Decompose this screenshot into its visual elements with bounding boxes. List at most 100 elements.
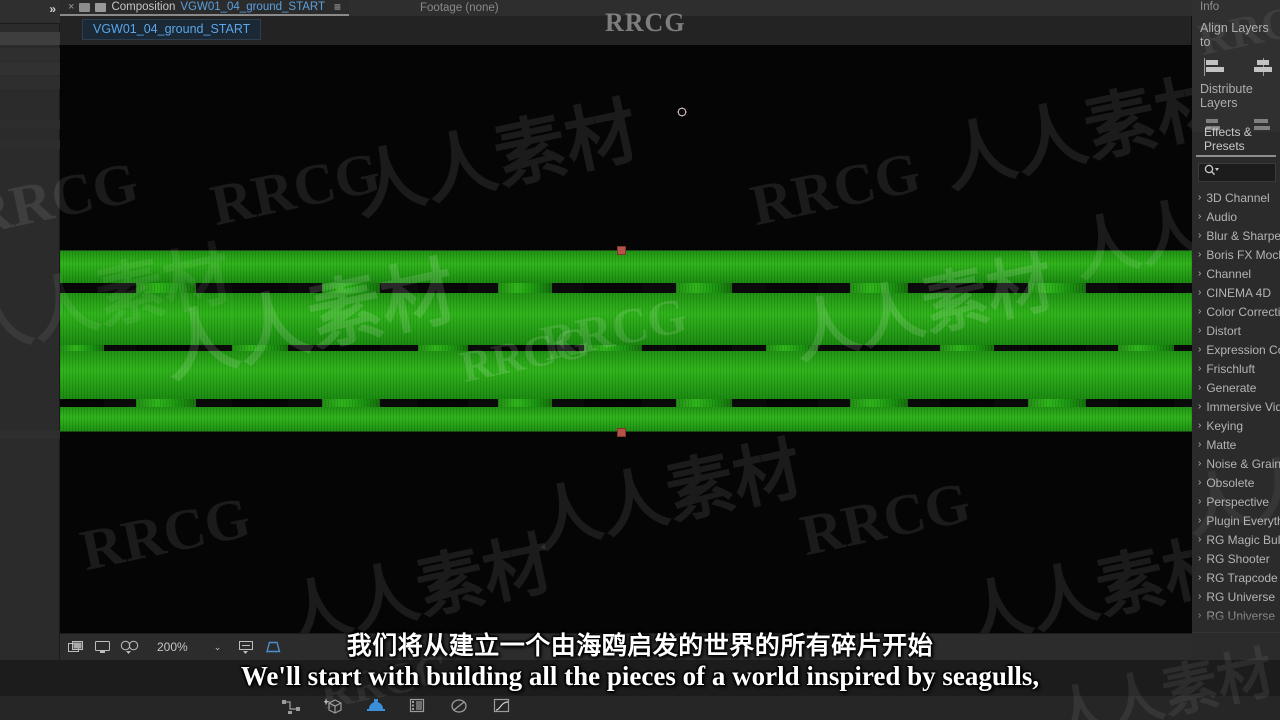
tab-composition[interactable]: × Composition VGW01_04_ground_START ≡ — [60, 0, 350, 16]
create-shape-icon[interactable] — [323, 697, 344, 719]
list-item[interactable] — [0, 62, 60, 75]
effects-and-presets-panel: Effects & Presets › 3D Channel › Audio › Bl… — [1192, 125, 1280, 660]
list-item[interactable] — [0, 32, 60, 45]
anchor-point-icon[interactable] — [673, 103, 690, 120]
chevron-right-icon[interactable]: › — [1198, 344, 1201, 355]
align-buttons-row — [1192, 49, 1280, 76]
align-panel: Info Align Layers to Distribute Layers — [1192, 0, 1280, 132]
effect-category-item[interactable]: › Immersive Video — [1192, 397, 1280, 416]
left-rail-header: » — [0, 0, 60, 24]
effect-category-item[interactable]: › CINEMA 4D — [1192, 283, 1280, 302]
camera-icon[interactable] — [366, 698, 386, 718]
effect-category-item[interactable]: › RG Trapcode — [1192, 568, 1280, 587]
left-project-rail[interactable]: » — [0, 0, 60, 660]
chevron-right-icon[interactable]: › — [1198, 515, 1201, 526]
effect-category-item[interactable]: › Channel — [1192, 264, 1280, 283]
chevron-right-icon[interactable]: › — [1198, 211, 1201, 222]
chevron-right-icon[interactable]: › — [1198, 458, 1201, 469]
composition-icon — [79, 2, 91, 12]
chevron-right-icon[interactable]: › — [1198, 496, 1201, 507]
subtitle-chinese: 我们将从建立一个由海鸥启发的世界的所有碎片开始 — [346, 631, 934, 660]
list-item[interactable] — [0, 76, 60, 89]
effect-category-label: Generate — [1206, 380, 1257, 395]
effect-category-item[interactable]: › Plugin Everything — [1192, 511, 1280, 530]
composition-viewer-panel: × Composition VGW01_04_ground_START ≡ Fo… — [60, 0, 1192, 660]
blend-icon[interactable] — [450, 698, 470, 719]
effect-category-label: Obsolete — [1206, 475, 1255, 490]
effect-category-item[interactable]: › Generate — [1192, 378, 1280, 397]
chevron-right-icon[interactable]: › — [1198, 249, 1201, 260]
chevron-right-icon[interactable]: › — [1198, 268, 1201, 279]
woven-texture-artwork: 人人素材 人人素材 RRCG — [60, 250, 1192, 432]
effect-category-item[interactable]: › 3D Channel — [1192, 188, 1280, 207]
chevron-right-icon[interactable]: › — [1198, 306, 1201, 317]
chevron-right-icon[interactable]: › — [1198, 553, 1201, 564]
tab-effects-and-presets[interactable]: Effects & Presets — [1196, 125, 1276, 157]
timeline-toolbar-icons — [282, 697, 512, 719]
effect-category-label: CINEMA 4D — [1206, 285, 1272, 300]
chevron-right-icon[interactable]: › — [1198, 439, 1201, 450]
chevron-right-icon[interactable]: › — [1198, 192, 1201, 203]
chevron-right-icon[interactable]: › — [1198, 591, 1201, 602]
chevron-right-icon[interactable]: › — [1198, 363, 1201, 374]
effect-category-label: RG Universe — [1206, 589, 1276, 604]
composition-canvas[interactable]: 人人素材 人人素材 RRCG RRCG 人人素材 RRCG 人人素材 人人素材 … — [60, 45, 1192, 633]
effect-category-item[interactable]: › Keying — [1192, 416, 1280, 435]
effect-category-label: Boris FX Mocha — [1206, 247, 1280, 262]
list-item[interactable] — [0, 120, 60, 129]
effect-category-item[interactable]: › Perspective — [1192, 492, 1280, 511]
composition-name-chip[interactable]: VGW01_04_ground_START — [82, 19, 262, 40]
graph-editor-icon[interactable] — [492, 698, 512, 719]
effect-category-label: RG Magic Bullet — [1206, 532, 1280, 547]
chevron-right-icon[interactable]: › — [1198, 401, 1201, 412]
effect-category-item[interactable]: › Noise & Grain — [1192, 454, 1280, 473]
effect-category-item[interactable]: › Boris FX Mocha — [1192, 245, 1280, 264]
chevron-right-icon[interactable]: › — [1198, 325, 1201, 336]
chevron-right-icon[interactable]: › — [1198, 230, 1201, 241]
tab-label: Composition — [111, 1, 176, 13]
chevron-right-icon[interactable]: › — [1198, 477, 1201, 488]
effect-category-item[interactable]: › Matte — [1192, 435, 1280, 454]
watermark-chinese: 人人素材 — [526, 429, 809, 564]
watermark-chinese: 人人素材 — [345, 87, 645, 230]
layer-handle-bottom[interactable] — [617, 428, 626, 437]
search-input[interactable] — [1198, 163, 1276, 182]
align-left-icon[interactable] — [1203, 58, 1225, 76]
effect-category-item[interactable]: › Blur & Sharpen — [1192, 226, 1280, 245]
effect-category-item[interactable]: › RG Magic Bullet — [1192, 530, 1280, 549]
right-side-panel: Info Align Layers to Distribute Layers E… — [1178, 0, 1280, 660]
list-item[interactable] — [0, 430, 60, 439]
footage-icon[interactable] — [408, 698, 428, 719]
effect-category-item[interactable]: › Color Correction — [1192, 302, 1280, 321]
effect-category-item[interactable]: › Obsolete — [1192, 473, 1280, 492]
effect-category-label: 3D Channel — [1206, 190, 1270, 205]
list-item[interactable] — [0, 140, 60, 149]
list-item[interactable] — [0, 48, 60, 61]
effects-category-list[interactable]: › 3D Channel › Audio › Blur & Sharpen › Bori… — [1192, 188, 1280, 644]
effect-category-item[interactable]: › Frischluft — [1192, 359, 1280, 378]
effect-category-item[interactable]: › Audio — [1192, 207, 1280, 226]
close-icon[interactable]: × — [68, 1, 74, 13]
watermark-rrcg: RRCG — [795, 468, 976, 569]
layer-handle-top[interactable] — [617, 246, 626, 255]
effect-category-label: Frischluft — [1206, 361, 1256, 376]
align-center-horizontal-icon[interactable] — [1252, 58, 1274, 76]
subtitle-english: We'll start with building all the pieces… — [240, 661, 1040, 691]
chevron-right-icon[interactable]: › — [1198, 534, 1201, 545]
chevron-right-icon[interactable]: › — [1198, 572, 1201, 583]
chevron-right-icon[interactable]: › — [1198, 420, 1201, 431]
effect-category-item[interactable]: › Expression Controls — [1192, 340, 1280, 359]
effect-category-item[interactable]: › RG Universe — [1192, 587, 1280, 606]
tab-comp-name: VGW01_04_ground_START — [180, 1, 326, 13]
motion-path-icon[interactable] — [282, 698, 302, 719]
chevron-right-icon[interactable]: › — [1198, 382, 1201, 393]
effect-category-item[interactable]: › RG Shooter — [1192, 549, 1280, 568]
tab-footage[interactable]: Footage (none) — [420, 0, 499, 16]
timeline-toolbar — [0, 696, 1280, 720]
chevron-right-icon[interactable]: › — [1198, 287, 1201, 298]
effect-category-label: Channel — [1206, 266, 1252, 281]
watermark-chinese: 人人素材 — [276, 524, 559, 633]
effect-category-item[interactable]: › Distort — [1192, 321, 1280, 340]
expand-panel-icon[interactable]: » — [49, 2, 56, 16]
panel-menu-icon[interactable]: ≡ — [334, 0, 341, 14]
